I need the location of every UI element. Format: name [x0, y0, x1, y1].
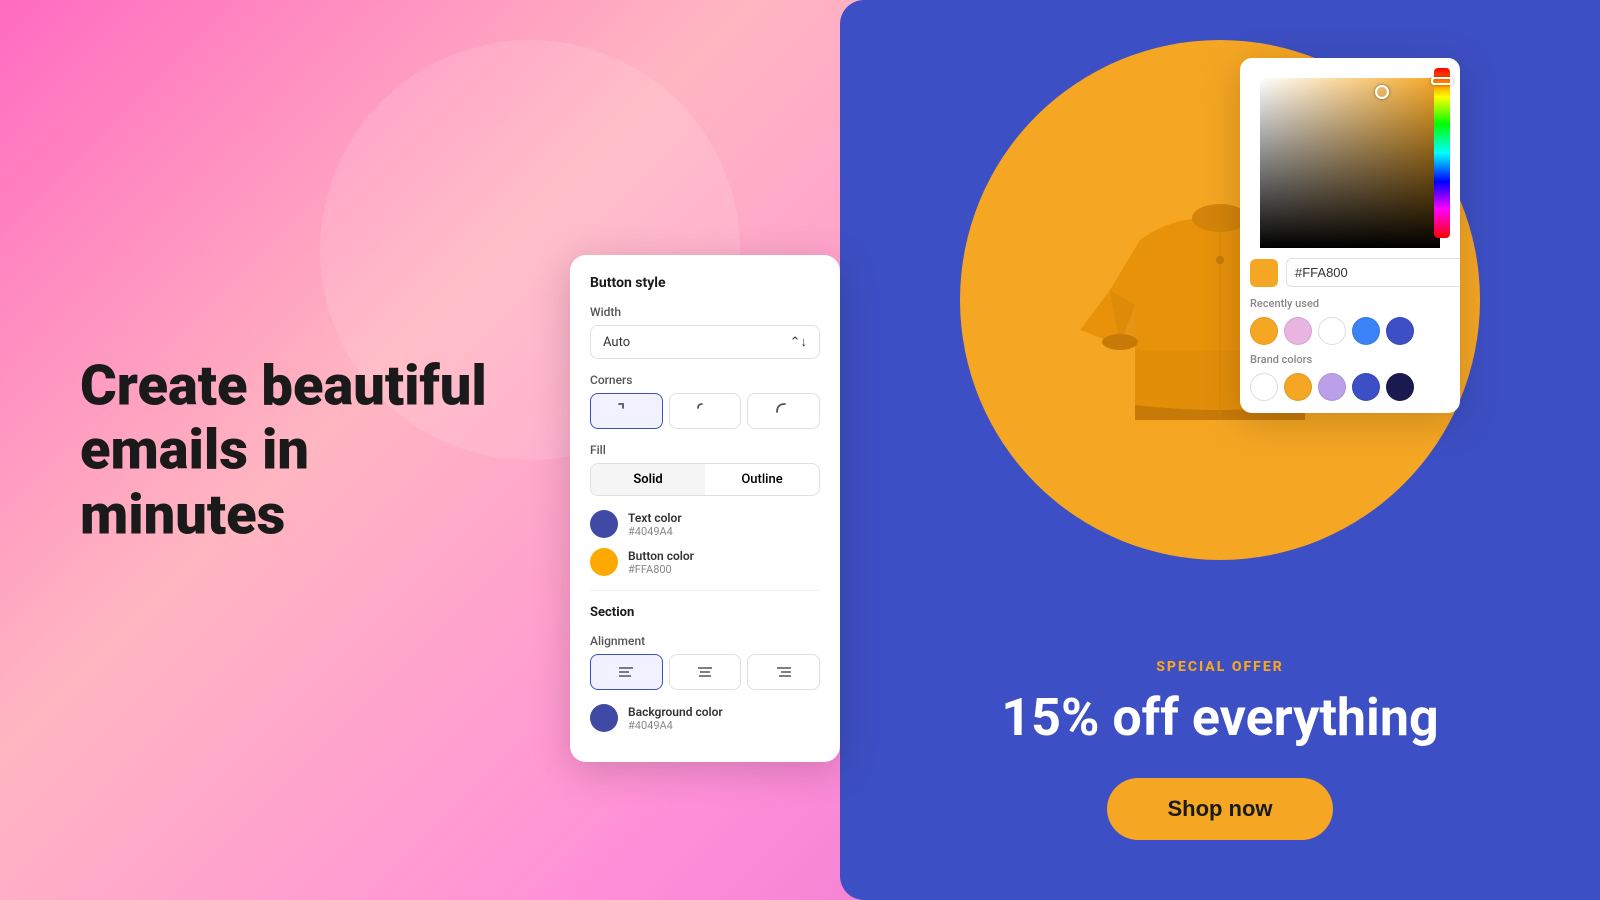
recently-used-section: Recently used — [1240, 297, 1460, 353]
email-content: SPECIAL OFFER 15% off everything Shop no… — [840, 639, 1600, 900]
width-value: Auto — [603, 335, 630, 350]
hero-heading: Create beautiful emails in minutes — [80, 353, 520, 546]
brand-colors-label: Brand colors — [1250, 353, 1450, 366]
color-picker-cursor — [1375, 85, 1389, 99]
button-color-info: Button color #FFA800 — [628, 549, 694, 576]
text-color-info: Text color #4049A4 — [628, 511, 682, 538]
bg-color-name: Background color — [628, 705, 723, 719]
bg-color-info: Background color #4049A4 — [628, 705, 723, 732]
width-select[interactable]: Auto ⌃↓ — [590, 325, 820, 359]
text-color-dot — [590, 510, 618, 538]
hex-input-field[interactable] — [1286, 258, 1460, 287]
hue-slider[interactable] — [1434, 68, 1450, 238]
bg-color-dot — [590, 704, 618, 732]
brand-swatch-white[interactable] — [1250, 373, 1278, 401]
email-preview-panel: SPECIAL OFFER 15% off everything Shop no… — [840, 0, 1600, 900]
color-picker-gradient-area — [1240, 58, 1460, 248]
brand-swatch-navy[interactable] — [1386, 373, 1414, 401]
align-center-button[interactable] — [669, 654, 742, 690]
brand-swatch-lavender[interactable] — [1318, 373, 1346, 401]
recently-used-swatches — [1250, 317, 1450, 345]
swatch-white[interactable] — [1318, 317, 1346, 345]
section-divider — [590, 590, 820, 591]
button-color-name: Button color — [628, 549, 694, 563]
shop-now-button[interactable]: Shop now — [1107, 778, 1332, 840]
bg-color-hex: #4049A4 — [628, 719, 723, 732]
align-right-button[interactable] — [747, 654, 820, 690]
align-left-button[interactable] — [590, 654, 663, 690]
brand-color-swatches — [1250, 373, 1450, 401]
swatch-orange[interactable] — [1250, 317, 1278, 345]
fill-solid-option[interactable]: Solid — [591, 464, 705, 495]
recently-used-label: Recently used — [1250, 297, 1450, 310]
text-color-hex: #4049A4 — [628, 525, 682, 538]
swatch-pink[interactable] — [1284, 317, 1312, 345]
special-offer-label: SPECIAL OFFER — [880, 659, 1560, 675]
button-style-panel: Button style Width Auto ⌃↓ Corners Fill … — [570, 255, 840, 762]
corner-sharp-button[interactable] — [590, 393, 663, 429]
button-color-row[interactable]: Button color #FFA800 — [590, 548, 820, 576]
width-label: Width — [590, 305, 820, 319]
brand-swatch-orange[interactable] — [1284, 373, 1312, 401]
corner-round-button[interactable] — [747, 393, 820, 429]
fill-outline-option[interactable]: Outline — [705, 464, 819, 495]
corner-slight-round-button[interactable] — [669, 393, 742, 429]
button-color-dot — [590, 548, 618, 576]
alignment-group — [590, 654, 820, 690]
button-color-hex: #FFA800 — [628, 563, 694, 576]
hex-input-row — [1240, 248, 1460, 297]
color-picker-panel: Recently used Brand colors — [1240, 58, 1460, 413]
text-color-row[interactable]: Text color #4049A4 — [590, 510, 820, 538]
alignment-label: Alignment — [590, 634, 820, 648]
section-label: Section — [590, 605, 820, 620]
corners-group — [590, 393, 820, 429]
corners-label: Corners — [590, 373, 820, 387]
swatch-blue[interactable] — [1352, 317, 1380, 345]
fill-toggle: Solid Outline — [590, 463, 820, 496]
hue-cursor — [1431, 77, 1453, 85]
swatch-indigo[interactable] — [1386, 317, 1414, 345]
current-color-preview — [1250, 259, 1278, 287]
panel-title: Button style — [590, 275, 820, 291]
bg-color-row[interactable]: Background color #4049A4 — [590, 704, 820, 732]
color-gradient-picker[interactable] — [1260, 78, 1440, 248]
discount-text: 15% off everything — [880, 687, 1560, 748]
hero-text-block: Create beautiful emails in minutes — [80, 353, 520, 546]
brand-colors-section: Brand colors — [1240, 353, 1460, 413]
text-color-name: Text color — [628, 511, 682, 525]
brand-swatch-blue[interactable] — [1352, 373, 1380, 401]
fill-label: Fill — [590, 443, 820, 457]
chevron-icon: ⌃↓ — [790, 334, 807, 350]
